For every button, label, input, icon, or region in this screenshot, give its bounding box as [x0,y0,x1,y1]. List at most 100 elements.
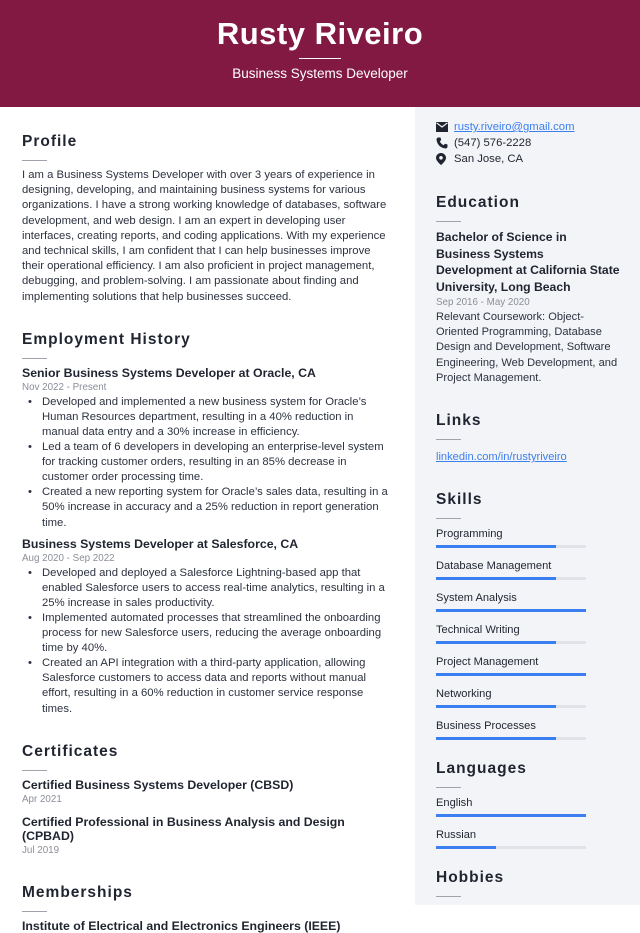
map-pin-icon [436,153,454,165]
skill-item-level-fill [436,577,556,581]
job-bullet: Led a team of 6 developers in developing… [28,440,393,485]
section-divider [436,439,461,441]
certificates-section: Certificates Certified Business Systems … [22,743,393,856]
skill-item-label: Technical Writing [436,624,520,637]
skill-item: Database Management [436,558,620,581]
phone-icon [436,137,454,149]
skill-item-level-bar [436,545,586,549]
resume-header: Rusty Riveiro Business Systems Developer [0,0,640,107]
section-heading: Profile [22,133,78,150]
section-divider [436,787,461,789]
job-bullet: Implemented automated processes that str… [28,611,393,656]
skill-item-level-bar [436,577,586,581]
certificate-item: Certified Business Systems Developer (CB… [22,778,393,805]
skill-item-label: Programming [436,528,503,541]
skill-item: Project Management [436,654,620,677]
job-bullet: Created a new reporting system for Oracl… [28,485,393,530]
skill-item-level-fill [436,641,556,645]
skill-item-level-bar [436,641,586,645]
envelope-icon [436,122,454,132]
language-item-level-fill [436,814,586,818]
memberships-section: Memberships Institute of Electrical and … [22,884,393,933]
skill-item: Networking [436,686,620,709]
job-entry-date: Aug 2020 - Sep 2022 [22,552,115,564]
skill-item: Programming [436,526,620,549]
links-section: Links linkedin.com/in/rustyriveiro [436,412,620,465]
language-item: Russian [436,827,620,850]
degree-title: Bachelor of Science in Business Systems … [436,230,620,294]
section-heading: Languages [436,760,527,778]
email-link[interactable]: rusty.riveiro@gmail.com [454,119,574,135]
skill-item-level-bar [436,705,586,709]
sidebar: rusty.riveiro@gmail.com (547) 576-2228 S… [415,107,640,905]
job-entry-title: Business Systems Developer at Salesforce… [22,536,299,551]
membership-item: Institute of Electrical and Electronics … [22,918,341,933]
job-title: Business Systems Developer [232,66,408,81]
skill-item-level-fill [436,545,556,549]
skill-item-level-fill [436,673,586,677]
section-divider [22,160,47,161]
languages-section: Languages English Russian [436,760,620,850]
hobbies-section: Hobbies [436,869,620,898]
section-heading: Skills [436,491,483,509]
skill-item: Technical Writing [436,622,620,645]
skill-item-level-fill [436,705,556,709]
candidate-name: Rusty Riveiro [216,16,424,51]
job-bullet: Developed and implemented a new business… [28,395,393,440]
section-heading: Memberships [22,883,133,901]
education-date: Sep 2016 - May 2020 [436,297,530,308]
section-heading: Certificates [22,742,119,760]
skill-item-level-fill [436,609,586,613]
skill-item-level-bar [436,673,586,677]
language-item-level-bar [436,846,586,850]
section-divider [436,896,461,898]
job-entry-date: Nov 2022 - Present [22,381,107,393]
skill-item-label: Networking [436,688,492,701]
skill-item: System Analysis [436,590,620,613]
certificate-name: Certified Business Systems Developer (CB… [22,777,294,792]
section-heading: Employment History [22,330,191,348]
section-heading: Education [436,194,520,211]
language-item-level-bar [436,814,586,818]
language-item: English [436,795,620,818]
education-section: Education Bachelor of Science in Busines… [436,194,620,386]
skill-item: Business Processes [436,718,620,741]
skill-item-label: Project Management [436,656,539,669]
skill-item-label: Database Management [436,560,552,573]
certificate-name: Certified Professional in Business Analy… [22,814,345,843]
language-item-label: Russian [436,829,477,842]
section-divider [22,357,47,359]
language-item-label: English [436,797,473,810]
section-heading: Links [436,412,482,430]
profile-section: Profile I am a Business Systems Develope… [22,133,393,305]
header-divider [299,58,341,59]
section-divider [436,221,461,222]
job-bullet: Developed and deployed a Salesforce Ligh… [28,566,393,611]
skill-item-level-fill [436,737,556,741]
section-divider [22,769,47,771]
certificate-date: Jul 2019 [22,844,60,856]
job-entry: Business Systems Developer at Salesforce… [22,537,393,717]
certificate-date: Apr 2021 [22,793,62,805]
skill-item-level-bar [436,609,586,613]
education-description: Relevant Coursework: Object-Oriented Pro… [436,311,618,384]
language-item-level-fill [436,846,496,850]
section-heading: Hobbies [436,869,505,887]
job-bullet: Created an API integration with a third-… [28,656,393,716]
skill-item-level-bar [436,737,586,741]
main-column: Profile I am a Business Systems Develope… [0,107,415,933]
job-entry: Senior Business Systems Developer at Ora… [22,366,393,531]
skills-section: Skills Programming Database Management Sys… [436,491,620,741]
skill-item-label: System Analysis [436,592,517,605]
certificate-item: Certified Professional in Business Analy… [22,815,393,856]
job-entry-title: Senior Business Systems Developer at Ora… [22,365,316,380]
section-divider [436,518,461,520]
phone-number: (547) 576-2228 [454,137,532,149]
skill-item-label: Business Processes [436,720,536,733]
linkedin-link[interactable]: linkedin.com/in/rustyriveiro [436,451,567,463]
section-divider [22,910,47,912]
contact-info: rusty.riveiro@gmail.com (547) 576-2228 S… [436,119,620,167]
profile-text: I am a Business Systems Developer with o… [22,169,387,303]
employment-section: Employment History Senior Business Syste… [22,331,393,717]
location: San Jose, CA [454,153,524,165]
